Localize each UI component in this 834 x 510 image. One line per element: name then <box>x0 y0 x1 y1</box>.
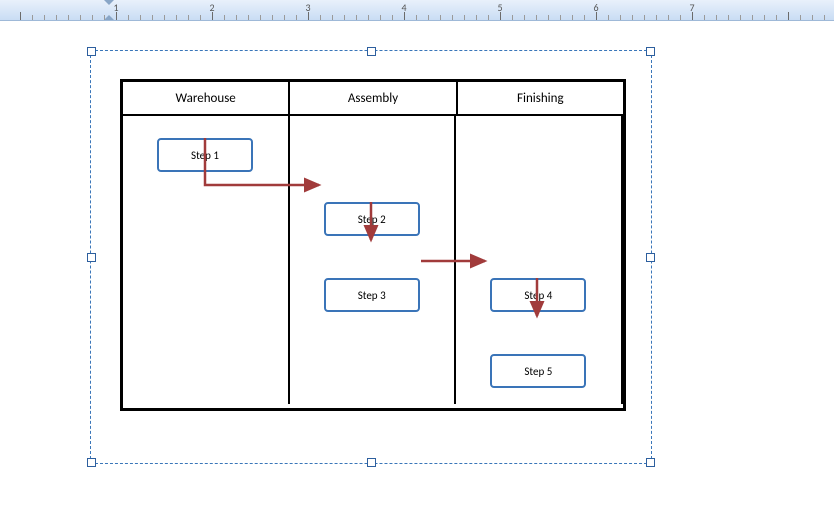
step-1-label: Step 1 <box>191 149 219 162</box>
ruler-number: 4 <box>401 1 406 14</box>
swimlane-header-warehouse[interactable]: Warehouse <box>123 82 290 114</box>
step-2-box[interactable]: Step 2 <box>324 202 420 236</box>
resize-handle-w[interactable] <box>87 253 96 262</box>
resize-handle-ne[interactable] <box>646 47 655 56</box>
resize-handle-nw[interactable] <box>87 47 96 56</box>
resize-handle-e[interactable] <box>646 253 655 262</box>
step-1-box[interactable]: Step 1 <box>157 138 253 172</box>
swimlane-body: Step 1 Step 2 Step 3 Step 4 Step 5 <box>123 116 623 404</box>
ruler-number: 3 <box>305 1 310 14</box>
swimlane-header-assembly[interactable]: Assembly <box>290 82 457 114</box>
swimlane-header-row: Warehouse Assembly Finishing <box>123 82 623 116</box>
step-2-label: Step 2 <box>358 213 386 226</box>
lane-finishing[interactable]: Step 4 Step 5 <box>456 116 623 404</box>
resize-handle-se[interactable] <box>646 458 655 467</box>
ruler-number: 5 <box>497 1 502 14</box>
resize-handle-n[interactable] <box>367 47 376 56</box>
lane-warehouse[interactable]: Step 1 <box>123 116 290 404</box>
step-3-label: Step 3 <box>358 289 386 302</box>
step-5-box[interactable]: Step 5 <box>490 354 586 388</box>
resize-handle-s[interactable] <box>367 458 376 467</box>
ruler-number: 2 <box>209 1 214 14</box>
step-3-box[interactable]: Step 3 <box>324 278 420 312</box>
step-4-box[interactable]: Step 4 <box>490 278 586 312</box>
swimlane-diagram[interactable]: Warehouse Assembly Finishing Step 1 Step… <box>120 79 626 411</box>
document-page[interactable]: Warehouse Assembly Finishing Step 1 Step… <box>20 25 820 505</box>
step-5-label: Step 5 <box>524 365 552 378</box>
resize-handle-sw[interactable] <box>87 458 96 467</box>
ruler-number: 6 <box>593 1 598 14</box>
lane-assembly[interactable]: Step 2 Step 3 <box>290 116 457 404</box>
swimlane-header-finishing[interactable]: Finishing <box>458 82 623 114</box>
horizontal-ruler[interactable]: 1 2 3 4 5 6 7 <box>0 0 834 21</box>
step-4-label: Step 4 <box>524 289 552 302</box>
ruler-number: 7 <box>689 1 694 14</box>
ruler-number: 1 <box>113 1 118 14</box>
